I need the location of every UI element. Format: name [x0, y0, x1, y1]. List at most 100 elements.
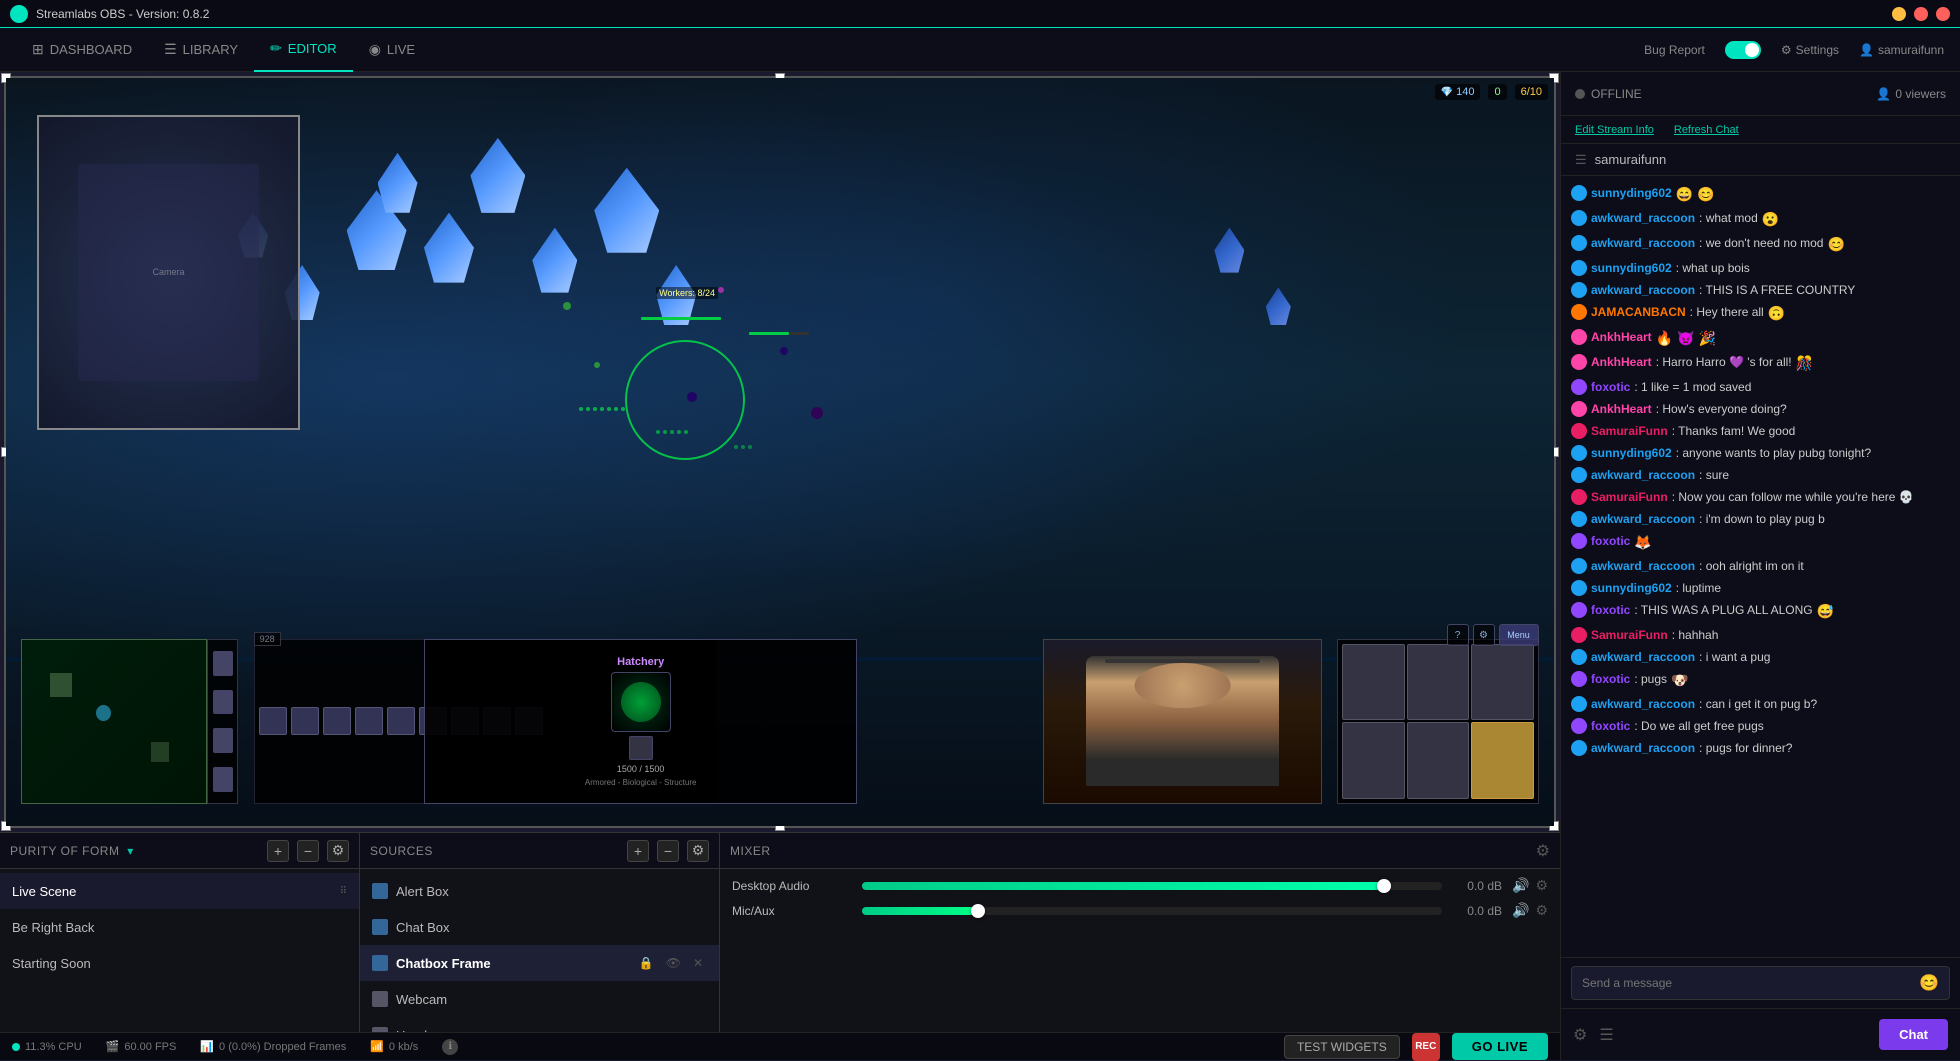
- worker-label: Workers: 8/24: [656, 287, 718, 299]
- settings-button[interactable]: ⚙ Settings: [1781, 43, 1839, 57]
- chat-avatar: [1571, 649, 1587, 665]
- chat-text: : sure: [1699, 466, 1729, 484]
- toggle-switch[interactable]: [1725, 41, 1761, 59]
- desktop-audio-track[interactable]: [862, 882, 1442, 890]
- game-inset-camera: Camera: [37, 115, 300, 429]
- minimize-button[interactable]: [1892, 7, 1906, 21]
- source-add-button[interactable]: +: [627, 840, 649, 862]
- username-button[interactable]: 👤 samuraifunn: [1859, 43, 1944, 57]
- bitrate-icon: 📶: [370, 1040, 384, 1053]
- nav-library[interactable]: ☰ LIBRARY: [148, 28, 254, 72]
- source-settings-button[interactable]: ⚙: [687, 840, 709, 862]
- chat-username: awkward_raccoon: [1591, 695, 1695, 713]
- webcam-feed: [1043, 639, 1322, 804]
- status-bitrate: 📶 0 kb/s: [370, 1040, 418, 1053]
- offline-dot: [1575, 89, 1585, 99]
- chat-text: : what up bois: [1676, 259, 1750, 277]
- emoji-button[interactable]: 😊: [1919, 973, 1939, 993]
- chat-settings-icon[interactable]: ⚙: [1573, 1025, 1587, 1045]
- desktop-audio-knob[interactable]: [1377, 879, 1391, 893]
- chat-avatar: [1571, 533, 1587, 549]
- status-right: TEST WIDGETS REC GO LIVE: [1284, 1033, 1548, 1061]
- scene-dropdown-icon[interactable]: ▾: [127, 844, 134, 858]
- chat-text: : i'm down to play pug b: [1699, 510, 1825, 528]
- chat-emote: 😊: [1697, 184, 1714, 205]
- source-item-webcam[interactable]: Webcam: [360, 981, 719, 1017]
- chat-message: awkward_raccoon: what mod😮: [1571, 209, 1950, 230]
- mixer-channel-desktop: Desktop Audio 0.0 dB 🔊 ⚙: [732, 877, 1548, 894]
- crystal-10: [1214, 228, 1244, 273]
- mic-aux-track[interactable]: [862, 907, 1442, 915]
- chat-list-icon[interactable]: ☰: [1599, 1025, 1613, 1045]
- source-item-chatboxframe[interactable]: Chatbox Frame 🔒 👁 ✕: [360, 945, 719, 981]
- chat-avatar: [1571, 467, 1587, 483]
- source-visibility-button[interactable]: 👁: [662, 954, 685, 972]
- scene-item-live[interactable]: Live Scene ⠿: [0, 873, 359, 909]
- status-info[interactable]: ℹ: [442, 1039, 458, 1055]
- chat-username: awkward_raccoon: [1591, 510, 1695, 528]
- chat-avatar: [1571, 718, 1587, 734]
- main-content: Workers: 8/24: [0, 72, 1960, 1060]
- chat-button[interactable]: Chat: [1879, 1019, 1948, 1050]
- chat-avatar: [1571, 696, 1587, 712]
- desktop-mute-button[interactable]: 🔊: [1512, 877, 1529, 894]
- nav-editor-label: EDITOR: [288, 41, 337, 56]
- chat-links: Edit Stream Info Refresh Chat: [1561, 116, 1960, 144]
- chat-avatar: [1571, 558, 1587, 574]
- scene-add-button[interactable]: +: [267, 840, 289, 862]
- nav-library-label: LIBRARY: [183, 42, 238, 57]
- chat-text: : How's everyone doing?: [1656, 400, 1787, 418]
- chat-emote: 🎉: [1699, 328, 1716, 349]
- chat-message: awkward_raccoon: i want a pug: [1571, 648, 1950, 666]
- mic-settings-button[interactable]: ⚙: [1535, 902, 1548, 919]
- chat-avatar: [1571, 354, 1587, 370]
- settings-icon: ⚙: [1781, 43, 1792, 57]
- source-remove-button[interactable]: −: [657, 840, 679, 862]
- test-widgets-button[interactable]: TEST WIDGETS: [1284, 1035, 1400, 1059]
- desktop-audio-label: Desktop Audio: [732, 879, 852, 893]
- source-item-alertbox[interactable]: Alert Box: [360, 873, 719, 909]
- chat-avatar: [1571, 282, 1587, 298]
- editor-icon: ✏: [270, 40, 282, 57]
- mic-aux-knob[interactable]: [971, 904, 985, 918]
- chat-avatar: [1571, 304, 1587, 320]
- dashboard-icon: ⊞: [32, 41, 44, 58]
- chat-message: awkward_raccoon: ooh alright im on it: [1571, 557, 1950, 575]
- mic-mute-button[interactable]: 🔊: [1512, 902, 1529, 919]
- chat-input-wrap: 😊: [1571, 966, 1950, 1000]
- chat-header: OFFLINE 👤 0 viewers: [1561, 72, 1960, 116]
- nav-live[interactable]: ◉ LIVE: [353, 28, 431, 72]
- nav-editor[interactable]: ✏ EDITOR: [254, 28, 353, 72]
- titlebar: Streamlabs OBS - Version: 0.8.2: [0, 0, 1960, 28]
- chat-message: foxotic: 1 like = 1 mod saved: [1571, 378, 1950, 396]
- source-lock-button[interactable]: 🔒: [635, 954, 658, 972]
- scene-item-brb[interactable]: Be Right Back: [0, 909, 359, 945]
- chat-username: foxotic: [1591, 717, 1630, 735]
- edit-stream-info-link[interactable]: Edit Stream Info: [1575, 124, 1654, 136]
- source-item-chatbox[interactable]: Chat Box: [360, 909, 719, 945]
- chat-message-input[interactable]: [1582, 976, 1919, 990]
- scene-item-starting-soon[interactable]: Starting Soon: [0, 945, 359, 981]
- desktop-audio-controls: 🔊 ⚙: [1512, 877, 1548, 894]
- scene-settings-button[interactable]: ⚙: [327, 840, 349, 862]
- sources-panel-header: SOURCES + − ⚙: [360, 833, 719, 869]
- refresh-chat-link[interactable]: Refresh Chat: [1674, 124, 1739, 136]
- record-button[interactable]: REC: [1412, 1033, 1440, 1061]
- mixer-panel-title: MIXER: [730, 844, 1528, 858]
- scene-remove-button[interactable]: −: [297, 840, 319, 862]
- go-live-button[interactable]: GO LIVE: [1452, 1033, 1548, 1060]
- chat-avatar: [1571, 185, 1587, 201]
- preview-area: Workers: 8/24: [4, 76, 1556, 828]
- source-item-header[interactable]: Header: [360, 1017, 719, 1032]
- maximize-button[interactable]: [1914, 7, 1928, 21]
- chat-emote: 🔥: [1656, 328, 1673, 349]
- source-delete-button[interactable]: ✕: [689, 954, 707, 972]
- movement-path: [579, 407, 625, 411]
- nav-dashboard[interactable]: ⊞ DASHBOARD: [16, 28, 148, 72]
- unit-dot-1: [563, 302, 571, 310]
- mixer-settings-button[interactable]: ⚙: [1536, 841, 1550, 861]
- desktop-settings-button[interactable]: ⚙: [1535, 877, 1548, 894]
- close-button[interactable]: [1936, 7, 1950, 21]
- bug-report-label[interactable]: Bug Report: [1644, 43, 1705, 57]
- mixer-channel-mic: Mic/Aux 0.0 dB 🔊 ⚙: [732, 902, 1548, 919]
